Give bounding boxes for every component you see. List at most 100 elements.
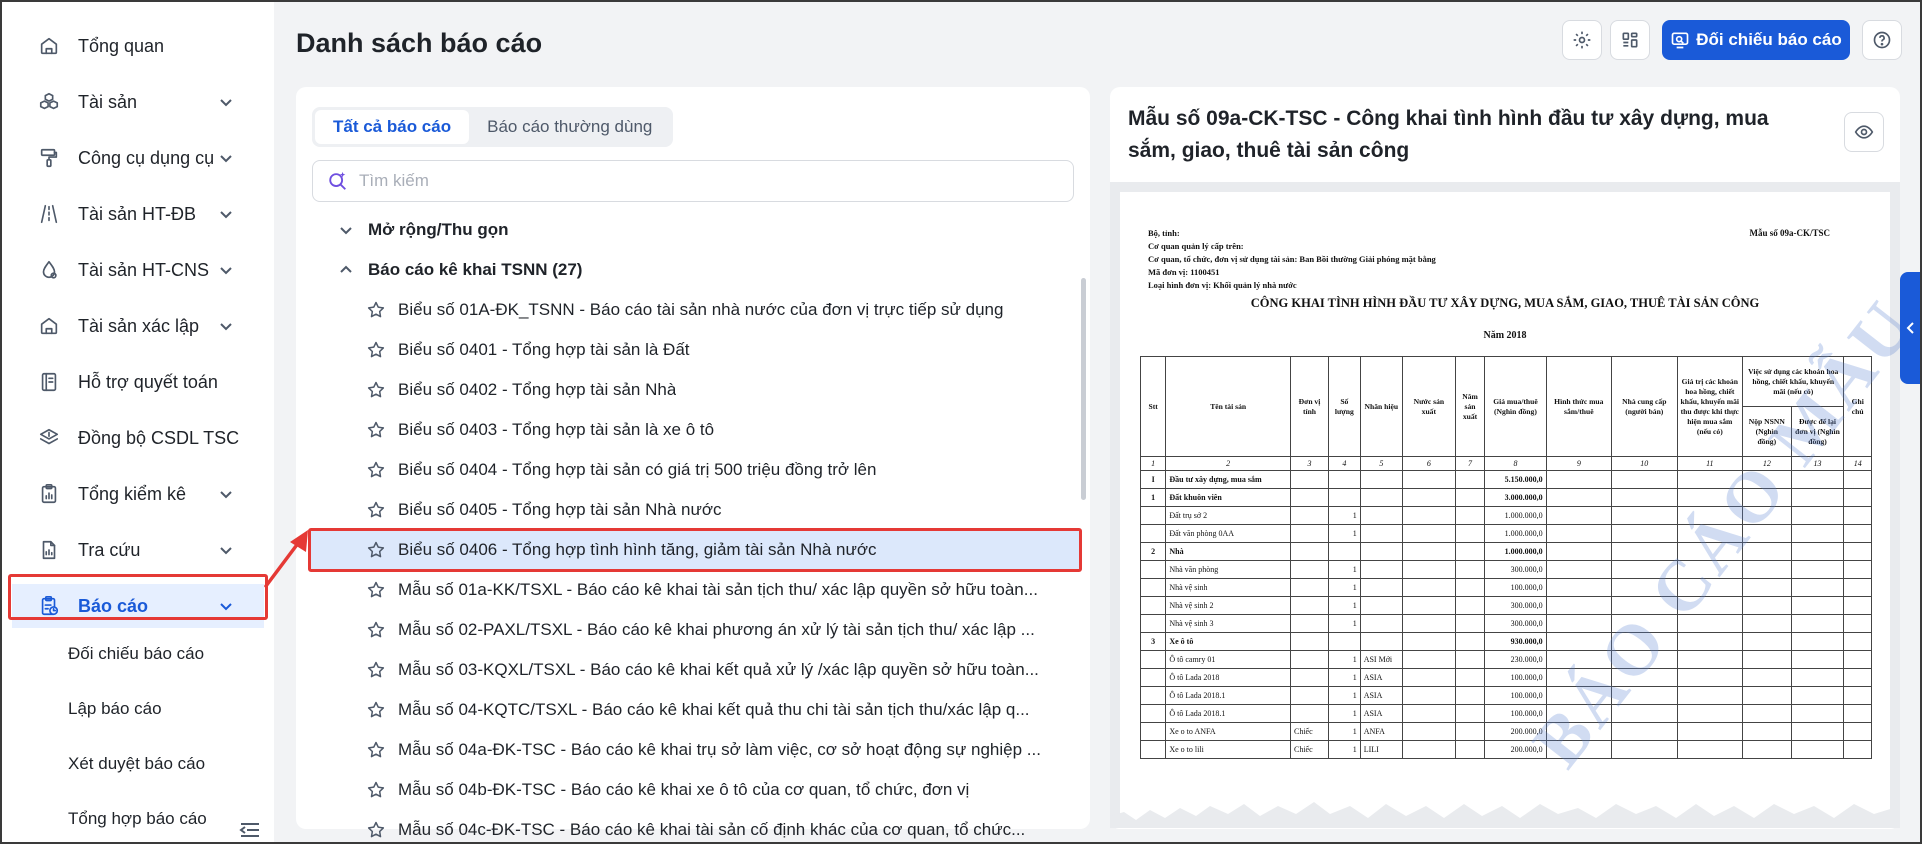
chevron-up-icon: [340, 265, 352, 273]
table-cell: [1790, 506, 1845, 525]
sidebar-item[interactable]: Tài sản HT-ĐB: [12, 192, 264, 236]
sidebar-subitem[interactable]: Tổng hợp báo cáo: [68, 809, 207, 829]
help-button[interactable]: [1862, 20, 1902, 60]
table-cell: 1: [1139, 488, 1167, 507]
col-header: Giá trị các khoản hoa hồng, chiết khấu, …: [1676, 356, 1744, 457]
report-list-item[interactable]: Biểu số 0404 - Tổng hợp tài sản có giá t…: [308, 450, 1082, 490]
sidebar-item[interactable]: Tổng quan: [12, 24, 264, 68]
report-list-item[interactable]: Mẫu số 01a-KK/TSXL - Báo cáo kê khai tài…: [308, 570, 1082, 610]
list-scrollbar[interactable]: [1081, 278, 1086, 500]
table-cell: [1454, 668, 1486, 687]
home-icon: [38, 315, 60, 337]
paint-roller-icon: [38, 147, 60, 169]
sidebar-item[interactable]: Tổng kiểm kê: [12, 472, 264, 516]
col-header: Nhà cung cấp (người bán): [1611, 356, 1678, 457]
table-cell: [1843, 722, 1872, 741]
column-number: 6: [1401, 456, 1456, 471]
table-cell: [1139, 686, 1167, 705]
report-list-item[interactable]: Mẫu số 04c-ĐK-TSC - Báo cáo kê khai tài …: [308, 810, 1082, 840]
sidebar-item[interactable]: Công cụ dụng cụ: [12, 136, 264, 180]
star-icon[interactable]: [366, 460, 386, 480]
sidebar-subitem[interactable]: Đối chiếu báo cáo: [68, 644, 204, 664]
table-cell: [1790, 560, 1845, 579]
sidebar-item[interactable]: Đồng bộ CSDL TSC: [12, 416, 264, 460]
expand-collapse-toggle[interactable]: Mở rộng/Thu gọn: [308, 210, 1082, 250]
table-cell: [1545, 578, 1613, 597]
sidebar-item[interactable]: Báo cáo: [12, 584, 264, 628]
report-list-item[interactable]: Biểu số 01A-ĐK_TSNN - Báo cáo tài sản nh…: [308, 290, 1082, 330]
report-list-item[interactable]: Biểu số 0405 - Tổng hợp tài sản Nhà nước: [308, 490, 1082, 530]
report-list-item[interactable]: Biểu số 0406 - Tổng hợp tình hình tăng, …: [308, 530, 1082, 570]
sidebar-item[interactable]: Tài sản: [12, 80, 264, 124]
table-row: Ô tô Lada 2018 1 ASIA 100.000,0: [1139, 668, 1872, 687]
table-cell: [1676, 668, 1744, 687]
sidebar-item[interactable]: Tra cứu: [12, 528, 264, 572]
report-list-item[interactable]: Mẫu số 04a-ĐK-TSC - Báo cáo kê khai trụ …: [308, 730, 1082, 770]
report-list-item[interactable]: Biểu số 0401 - Tổng hợp tài sản là Đất: [308, 330, 1082, 370]
table-cell: 300.000,0: [1484, 560, 1547, 579]
report-list-item[interactable]: Mẫu số 04b-ĐK-TSC - Báo cáo kê khai xe ô…: [308, 770, 1082, 810]
collapse-sidebar-icon[interactable]: [238, 820, 262, 840]
table-cell: [1611, 488, 1678, 507]
view-button[interactable]: [1844, 112, 1884, 152]
star-icon[interactable]: [366, 740, 386, 760]
report-list-item[interactable]: Mẫu số 04-KQTC/TSXL - Báo cáo kê khai kế…: [308, 690, 1082, 730]
star-icon[interactable]: [366, 340, 386, 360]
star-icon[interactable]: [366, 620, 386, 640]
sidebar-item[interactable]: Hỗ trợ quyết toán: [12, 360, 264, 404]
report-list-item[interactable]: Mẫu số 03-KQXL/TSXL - Báo cáo kê khai kế…: [308, 650, 1082, 690]
tab-favorite-reports[interactable]: Báo cáo thường dùng: [469, 110, 670, 144]
table-cell: [1454, 650, 1486, 669]
col-header: Giá mua/thuê (Nghìn đồng): [1484, 356, 1547, 457]
table-cell: [1454, 542, 1486, 561]
star-icon[interactable]: [366, 380, 386, 400]
report-name: Mẫu số 04-KQTC/TSXL - Báo cáo kê khai kế…: [398, 700, 1030, 719]
report-group[interactable]: Báo cáo kê khai TSNN (27): [308, 250, 1082, 290]
table-cell: [1742, 668, 1792, 687]
sidebar-subitem[interactable]: Lập báo cáo: [68, 699, 162, 719]
form-number: Mẫu số 09a-CK/TSC: [1749, 228, 1830, 238]
sidebar-subitem[interactable]: Xét duyệt báo cáo: [68, 754, 205, 774]
col-header: Stt: [1139, 356, 1167, 457]
side-panel-toggle[interactable]: [1900, 272, 1922, 384]
table-cell: [1454, 470, 1486, 489]
sidebar-item[interactable]: Tài sản xác lập: [12, 304, 264, 348]
tab-all-reports[interactable]: Tất cả báo cáo: [315, 110, 470, 144]
table-cell: [1401, 596, 1456, 615]
search-input[interactable]: [359, 171, 1039, 191]
star-icon[interactable]: [366, 580, 386, 600]
table-cell: [1139, 614, 1167, 633]
table-cell: [1289, 632, 1330, 651]
star-icon[interactable]: [366, 780, 386, 800]
table-cell: [1401, 560, 1456, 579]
table-cell: [1289, 596, 1330, 615]
clipboard-chart-icon: [38, 483, 60, 505]
report-name: Biểu số 0403 - Tổng hợp tài sản là xe ô …: [398, 420, 715, 439]
star-icon[interactable]: [366, 500, 386, 520]
star-icon[interactable]: [366, 420, 386, 440]
report-name: Biểu số 0405 - Tổng hợp tài sản Nhà nước: [398, 500, 722, 519]
star-icon[interactable]: [366, 820, 386, 840]
star-icon[interactable]: [366, 540, 386, 560]
star-icon[interactable]: [366, 660, 386, 680]
layout-button[interactable]: [1610, 20, 1650, 60]
table-row: Nhà vệ sinh 1 100.000,0: [1139, 578, 1872, 597]
star-icon[interactable]: [366, 300, 386, 320]
compare-report-button[interactable]: Đối chiếu báo cáo: [1662, 20, 1850, 60]
table-cell: [1359, 614, 1403, 633]
document-preview-area[interactable]: Mẫu số 09a-CK/TSC CÔNG KHAI TÌNH HÌNH ĐẦ…: [1110, 182, 1900, 828]
sidebar-item[interactable]: Tài sản HT-CNS: [12, 248, 264, 292]
table-cell: [1545, 596, 1613, 615]
table-cell: [1790, 632, 1845, 651]
report-list-item[interactable]: Biểu số 0402 - Tổng hợp tài sản Nhà: [308, 370, 1082, 410]
table-cell: [1454, 722, 1486, 741]
report-list-item[interactable]: Mẫu số 02-PAXL/TSXL - Báo cáo kê khai ph…: [308, 610, 1082, 650]
table-cell: [1790, 524, 1845, 543]
settings-button[interactable]: [1562, 20, 1602, 60]
water-drop-icon: [38, 259, 60, 281]
document-meta-line: Bộ, tỉnh:: [1148, 228, 1180, 238]
star-icon[interactable]: [366, 700, 386, 720]
report-list-item[interactable]: Biểu số 0403 - Tổng hợp tài sản là xe ô …: [308, 410, 1082, 450]
compare-doc-icon: [1671, 32, 1689, 49]
table-cell: [1139, 506, 1167, 525]
